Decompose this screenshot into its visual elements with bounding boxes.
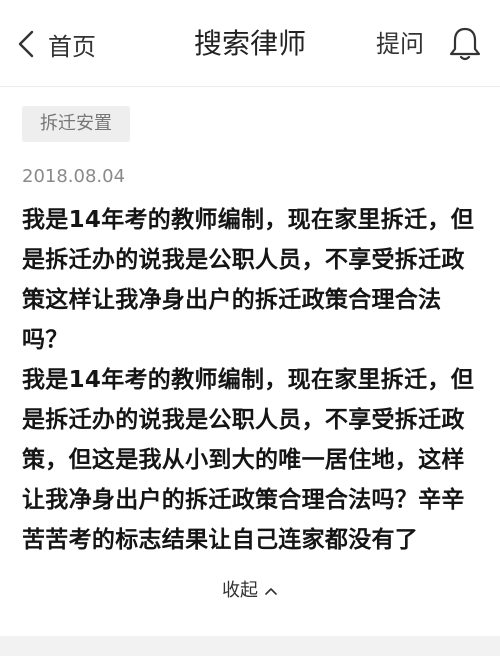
- question-date: 2018.08.04: [22, 166, 126, 187]
- chevron-up-icon: [265, 588, 277, 595]
- question-detail: 我是14年考的教师编制，现在家里拆迁，但是拆迁办的说我是公职人员，不享受拆迁政策…: [22, 367, 475, 553]
- page-title: 搜索律师: [193, 27, 306, 60]
- collapse-button[interactable]: 收起: [0, 576, 500, 606]
- bell-icon[interactable]: [448, 26, 482, 62]
- category-tag[interactable]: 拆迁安置: [22, 106, 130, 142]
- top-nav-bar: 首页 搜索律师 提问: [0, 0, 500, 87]
- collapse-label: 收起: [222, 580, 258, 601]
- ask-question-button[interactable]: 提问: [376, 22, 424, 66]
- section-divider: [0, 636, 500, 656]
- question-title: 我是14年考的教师编制，现在家里拆迁，但是拆迁办的说我是公职人员，不享受拆迁政策…: [22, 207, 475, 353]
